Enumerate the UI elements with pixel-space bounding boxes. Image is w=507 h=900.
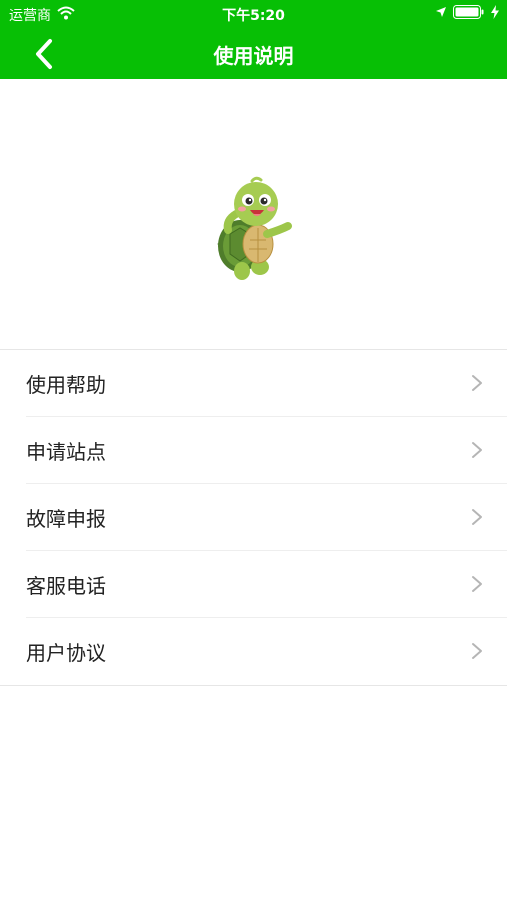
- battery-icon: [453, 5, 485, 23]
- chevron-right-icon: [472, 442, 482, 458]
- menu-item-user-agreement[interactable]: 用户协议: [0, 618, 507, 685]
- menu-item-help[interactable]: 使用帮助: [0, 350, 507, 417]
- location-icon: [435, 6, 447, 22]
- app-header: 运营商 下午5:20 使用说明: [0, 0, 507, 79]
- menu-item-label: 用户协议: [26, 641, 106, 665]
- menu-item-fault-report[interactable]: 故障申报: [0, 484, 507, 551]
- menu-item-label: 故障申报: [26, 507, 106, 531]
- menu-item-label: 使用帮助: [26, 373, 106, 397]
- status-right: [435, 5, 499, 23]
- chevron-right-icon: [472, 375, 482, 391]
- status-time: 下午5:20: [222, 8, 285, 24]
- chevron-right-icon: [472, 509, 482, 525]
- menu-list: 使用帮助 申请站点 故障申报 客服电话 用户协议: [0, 349, 507, 686]
- chevron-right-icon: [472, 643, 482, 659]
- page-title: 使用说明: [213, 44, 294, 68]
- menu-item-label: 客服电话: [26, 574, 106, 598]
- navigation-bar: 使用说明: [0, 28, 507, 79]
- hero-banner: [0, 79, 507, 349]
- chevron-right-icon: [472, 576, 482, 592]
- menu-item-label: 申请站点: [26, 440, 106, 464]
- menu-item-apply-station[interactable]: 申请站点: [0, 417, 507, 484]
- turtle-mascot-image: [217, 176, 292, 280]
- menu-item-service-phone[interactable]: 客服电话: [0, 551, 507, 618]
- charging-icon: [491, 5, 499, 23]
- status-bar: 运营商 下午5:20: [0, 0, 507, 28]
